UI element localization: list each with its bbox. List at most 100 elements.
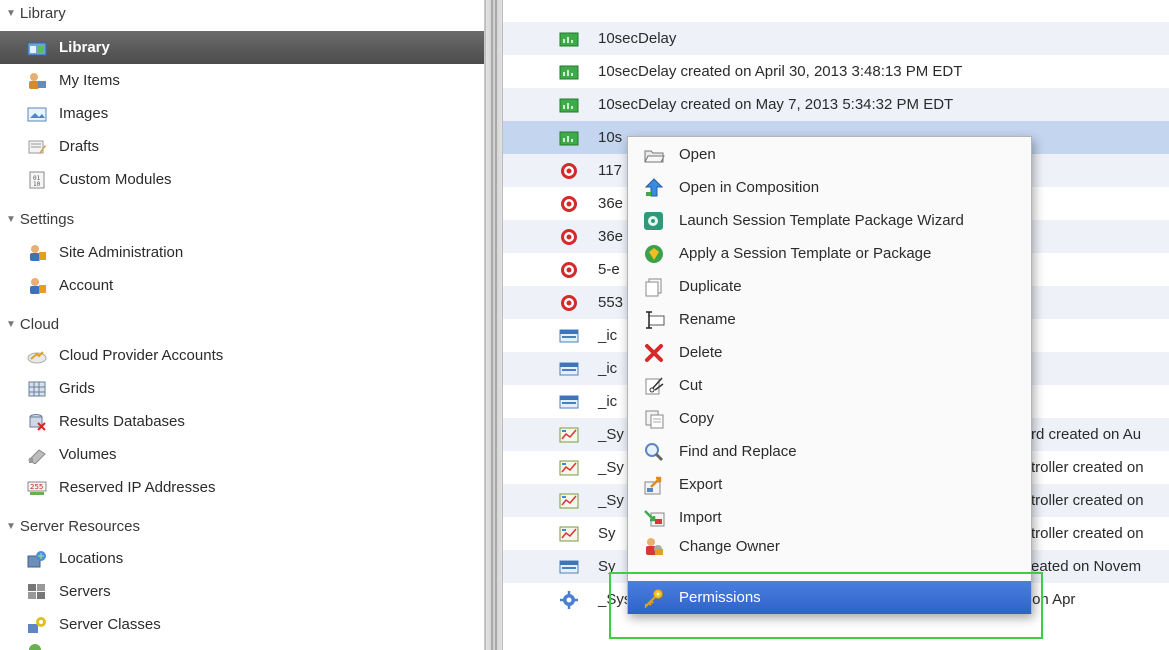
sidebar-item-partial: [0, 641, 484, 650]
sidebar-item-server-classes[interactable]: Server Classes: [0, 608, 484, 641]
section-server-resources[interactable]: ▼ Server Resources: [0, 510, 484, 543]
image-file-icon: [559, 559, 579, 575]
sidebar-item-my-items[interactable]: My Items: [0, 64, 484, 97]
site-admin-icon: [27, 244, 47, 262]
list-item-label-tail: troller created on: [1031, 459, 1144, 476]
sidebar-item-label: Locations: [59, 550, 124, 567]
sidebar-item-label: Library: [59, 39, 110, 56]
sidebar-item-locations[interactable]: Locations: [0, 542, 484, 575]
list-item-label: _Sy: [598, 459, 624, 476]
list-item-label-tail: eated on Novem: [1031, 558, 1142, 575]
sidebar-item-label: Servers: [59, 583, 111, 600]
sidebar-item-library[interactable]: Library: [0, 31, 484, 64]
volumes-icon: [27, 446, 47, 464]
list-item-label: _Sy: [598, 426, 624, 443]
sidebar-item-label: Account: [59, 277, 114, 294]
list-item-label: 10s: [598, 129, 623, 146]
sidebar-item-drafts[interactable]: Drafts: [0, 130, 484, 163]
menu-item-export[interactable]: Export: [628, 468, 1031, 501]
open-folder-icon: [642, 144, 666, 166]
menu-item-label: Open in Composition: [679, 179, 820, 196]
menu-item-import[interactable]: Import: [628, 501, 1031, 534]
menu-item-cut[interactable]: Cut: [628, 369, 1031, 402]
menu-item-open-in-composition[interactable]: Open in Composition: [628, 171, 1031, 204]
collapse-triangle-icon[interactable]: ▼: [6, 521, 16, 532]
image-file-icon: [559, 361, 579, 377]
composition-icon: [559, 130, 579, 146]
menu-item-launch-session-template-package-wizard[interactable]: Launch Session Template Package Wizard: [628, 204, 1031, 237]
target-icon: [559, 261, 579, 278]
list-item[interactable]: 10secDelay: [503, 22, 1169, 55]
sidebar-item-images[interactable]: Images: [0, 97, 484, 130]
menu-item-label: Import: [679, 509, 722, 526]
section-label: Settings: [19, 211, 75, 228]
dashboard-icon: [559, 526, 579, 542]
delete-icon: [642, 342, 666, 364]
sidebar-item-label: Results Databases: [59, 413, 185, 430]
rename-icon: [642, 309, 666, 331]
sidebar-item-custom-modules[interactable]: 01 10 Custom Modules: [0, 163, 484, 196]
server-classes-icon: [27, 616, 47, 634]
sidebar: ▼ Library Library My Items Images Drafts…: [0, 0, 485, 650]
svg-text:10: 10: [33, 181, 41, 188]
svg-text:255: 255: [30, 483, 43, 491]
list-item-label: 10secDelay: [598, 30, 677, 47]
export-icon: [642, 474, 666, 496]
composition-icon: [559, 64, 579, 80]
list-item[interactable]: 10secDelay created on May 7, 2013 5:34:3…: [503, 88, 1169, 121]
list-item-label: 36e: [598, 228, 624, 245]
target-icon: [559, 162, 579, 179]
account-icon: [27, 277, 47, 295]
library-icon: [27, 39, 47, 57]
menu-item-copy[interactable]: Copy: [628, 402, 1031, 435]
menu-item-label: Find and Replace: [679, 443, 797, 460]
menu-item-label: Apply a Session Template or Package: [679, 245, 932, 262]
menu-item-label: Change Owner: [679, 537, 780, 555]
sidebar-item-label: Reserved IP Addresses: [59, 479, 216, 496]
section-settings[interactable]: ▼ Settings: [0, 203, 484, 236]
sidebar-item-site-administration[interactable]: Site Administration: [0, 236, 484, 269]
section-label: Server Resources: [19, 518, 140, 535]
section-library[interactable]: ▼ Library: [0, 0, 484, 28]
collapse-triangle-icon[interactable]: ▼: [6, 319, 16, 330]
composition-icon: [559, 97, 579, 113]
section-cloud[interactable]: ▼ Cloud: [0, 308, 484, 341]
sidebar-item-results-databases[interactable]: Results Databases: [0, 405, 484, 438]
sidebar-item-grids[interactable]: Grids: [0, 372, 484, 405]
sidebar-item-volumes[interactable]: Volumes: [0, 438, 484, 471]
list-item-label: 10secDelay created on April 30, 2013 3:4…: [598, 63, 963, 80]
menu-item-open[interactable]: Open: [628, 138, 1031, 171]
menu-item-find-and-replace[interactable]: Find and Replace: [628, 435, 1031, 468]
menu-item-label: Export: [679, 476, 723, 493]
menu-item-label: Open: [679, 146, 716, 163]
menu-item-apply-a-session-template-or-package[interactable]: Apply a Session Template or Package: [628, 237, 1031, 270]
servers-icon: [27, 583, 47, 601]
list-item-partial: ▸: [503, 0, 1169, 4]
composition-icon: [559, 31, 579, 47]
sidebar-item-cloud-provider-accounts[interactable]: Cloud Provider Accounts: [0, 339, 484, 372]
list-item[interactable]: 10secDelay created on April 30, 2013 3:4…: [503, 55, 1169, 88]
collapse-triangle-icon[interactable]: ▼: [6, 8, 16, 19]
collapse-triangle-icon[interactable]: ▼: [6, 214, 16, 225]
custom-modules-icon: 01 10: [27, 171, 47, 189]
menu-item-duplicate[interactable]: Duplicate: [628, 270, 1031, 303]
sidebar-item-account[interactable]: Account: [0, 269, 484, 302]
sidebar-item-label: Images: [59, 105, 109, 122]
pane-splitter[interactable]: [485, 0, 503, 650]
list-item-label-tail: troller created on: [1031, 492, 1144, 509]
menu-item-change-owner[interactable]: Change Owner: [628, 534, 1031, 558]
context-menu: Open Open in Composition Launch Session Te…: [627, 136, 1032, 614]
list-item-label: Sy: [598, 525, 616, 542]
image-file-icon: [559, 328, 579, 344]
locations-icon: [27, 550, 47, 568]
open-composition-icon: [642, 177, 666, 199]
sidebar-item-label: Volumes: [59, 446, 117, 463]
reserved-ip-icon: 255: [27, 479, 47, 497]
list-item-label: _Sy: [598, 492, 624, 509]
sidebar-item-servers[interactable]: Servers: [0, 575, 484, 608]
sidebar-item-label: My Items: [59, 72, 120, 89]
sidebar-item-reserved-ip[interactable]: 255 Reserved IP Addresses: [0, 471, 484, 504]
menu-item-rename[interactable]: Rename: [628, 303, 1031, 336]
menu-item-delete[interactable]: Delete: [628, 336, 1031, 369]
sidebar-item-label: Grids: [59, 380, 95, 397]
